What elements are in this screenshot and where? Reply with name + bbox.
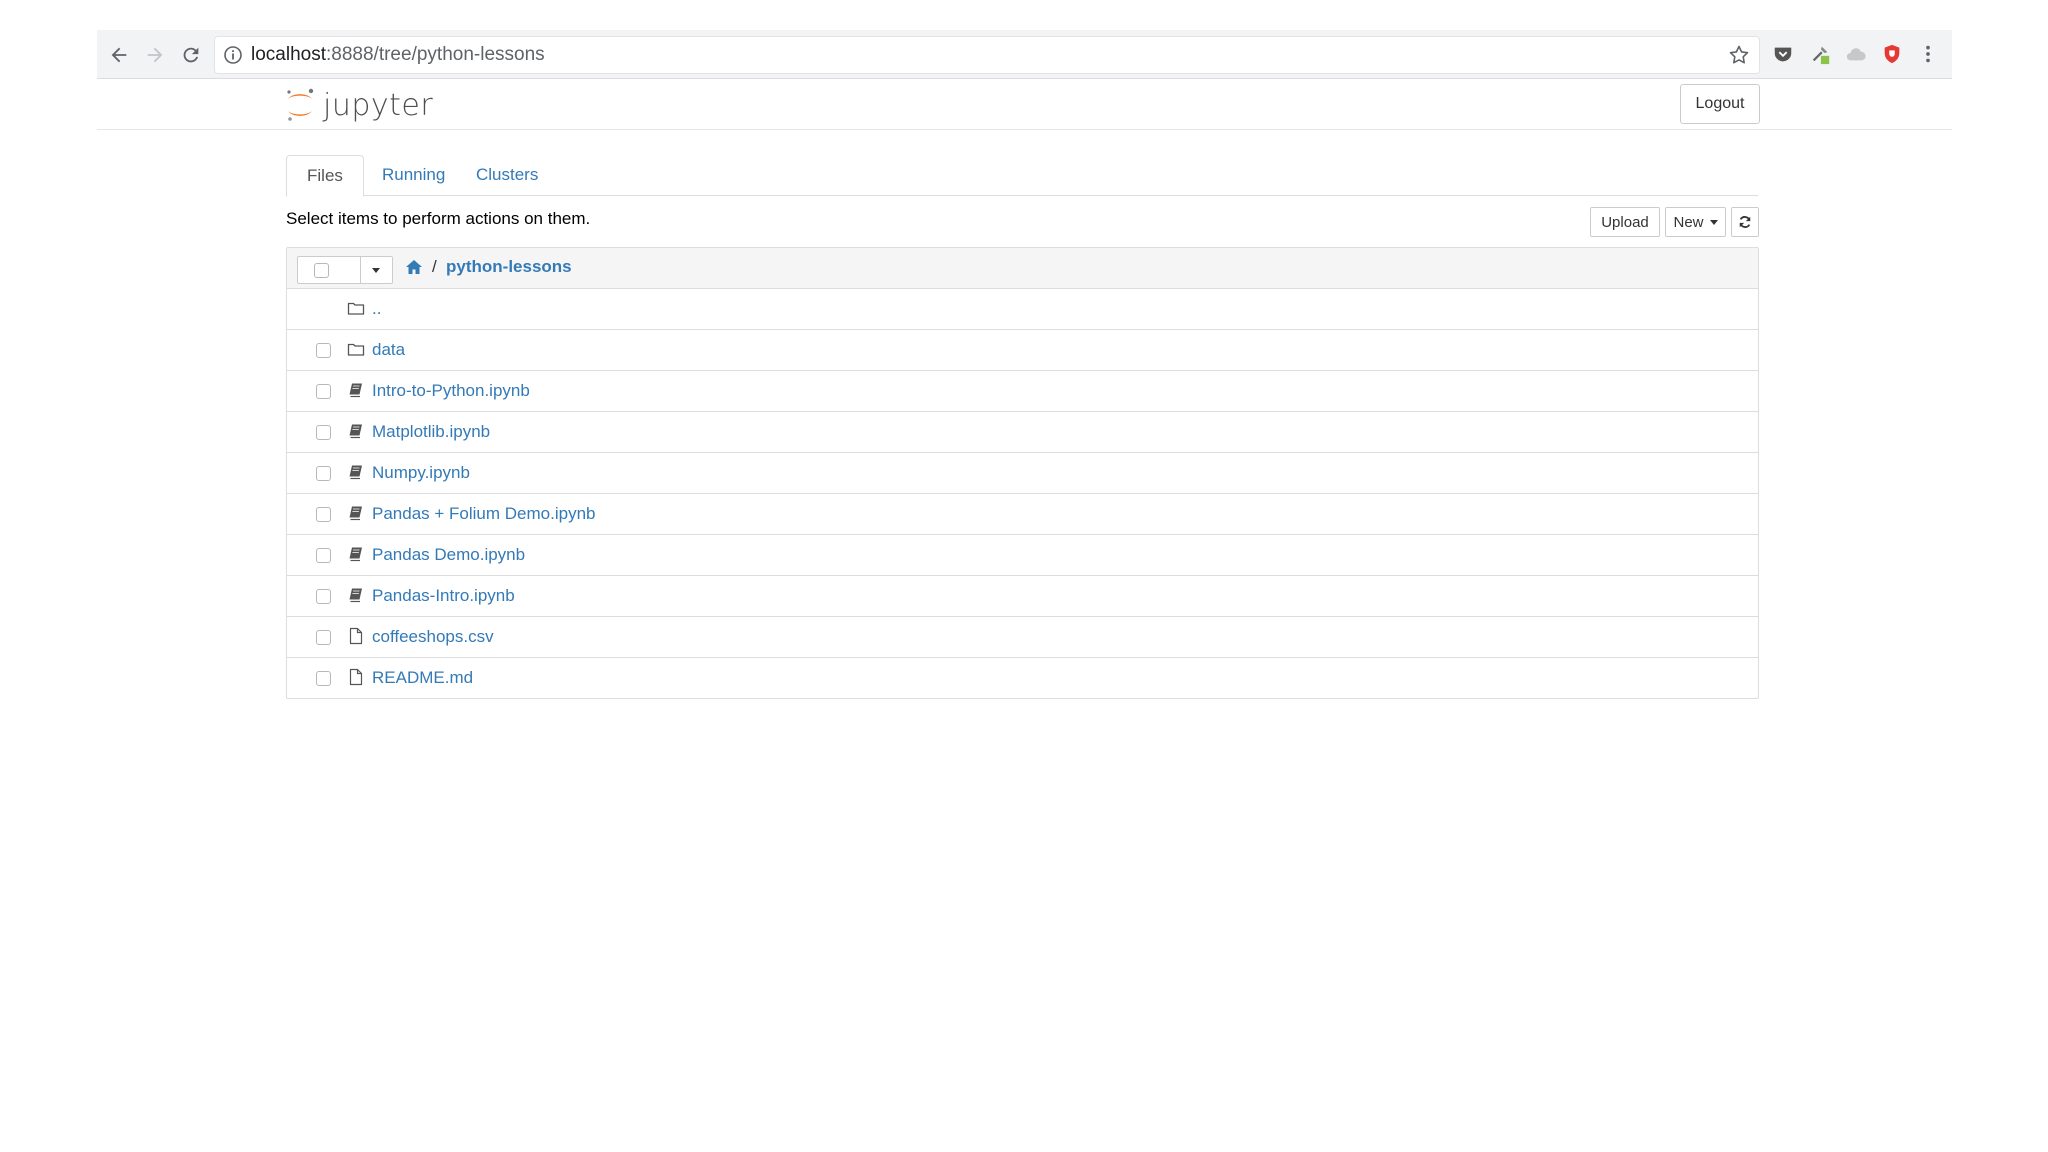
jupyter-logo-text: jupyter: [323, 87, 434, 123]
browser-menu-icon[interactable]: [1916, 42, 1940, 66]
file-list: / python-lessons .. data Intro-to-Python.i…: [286, 247, 1759, 699]
chevron-down-icon: [1709, 219, 1718, 225]
jupyter-page: jupyter Logout Files Running Clusters Se…: [97, 79, 1952, 1152]
folder-icon: [347, 302, 365, 315]
logout-button[interactable]: Logout: [1680, 84, 1760, 124]
notebook-icon: [349, 506, 362, 521]
file-list-header: / python-lessons: [287, 248, 1758, 289]
notebook-icon: [349, 383, 362, 398]
url-text[interactable]: localhost:8888/tree/python-lessons: [251, 44, 545, 66]
file-name-link[interactable]: Pandas-Intro.ipynb: [372, 586, 515, 606]
chevron-down-icon[interactable]: [372, 268, 380, 273]
file-row[interactable]: coffeeshops.csv: [287, 616, 1758, 657]
reload-button[interactable]: [175, 39, 207, 71]
file-name-link[interactable]: Intro-to-Python.ipynb: [372, 381, 530, 401]
browser-toolbar: localhost:8888/tree/python-lessons: [97, 30, 1952, 79]
cloud-extension-icon[interactable]: [1844, 42, 1868, 66]
back-button[interactable]: [103, 39, 135, 71]
home-icon[interactable]: [405, 259, 423, 275]
file-name-link[interactable]: ..: [372, 299, 381, 319]
file-row[interactable]: Matplotlib.ipynb: [287, 411, 1758, 452]
file-name-link[interactable]: Numpy.ipynb: [372, 463, 470, 483]
reload-icon: [183, 47, 199, 63]
row-checkbox[interactable]: [316, 425, 331, 440]
jupyter-header: jupyter Logout: [97, 79, 1952, 130]
jupyter-logo[interactable]: jupyter: [285, 87, 433, 123]
file-rows: .. data Intro-to-Python.ipynb Matplotlib.ip…: [287, 289, 1758, 698]
notebook-icon: [349, 588, 362, 603]
row-checkbox[interactable]: [316, 548, 331, 563]
pocket-extension-icon[interactable]: [1771, 42, 1795, 66]
select-all-checkbox[interactable]: [314, 263, 329, 278]
file-name-link[interactable]: coffeeshops.csv: [372, 627, 494, 647]
refresh-button[interactable]: [1731, 207, 1759, 237]
url-path: :8888/tree/python-lessons: [326, 44, 545, 65]
selection-hint: Select items to perform actions on them.: [286, 209, 591, 228]
select-divider: [360, 257, 361, 283]
file-icon: [349, 627, 363, 645]
tools-extension-icon[interactable]: [1808, 42, 1832, 66]
tab-clusters[interactable]: Clusters: [456, 155, 558, 195]
folder-icon: [347, 343, 365, 356]
tab-running[interactable]: Running: [362, 155, 465, 195]
file-row[interactable]: Pandas Demo.ipynb: [287, 534, 1758, 575]
arrow-right-icon: [147, 47, 163, 63]
forward-button[interactable]: [139, 39, 171, 71]
file-icon: [349, 668, 363, 686]
notebook-icon: [349, 547, 362, 562]
select-all-dropdown[interactable]: [297, 256, 393, 284]
notebook-icon: [349, 465, 362, 480]
upload-button[interactable]: Upload: [1590, 207, 1660, 237]
info-icon[interactable]: [223, 45, 243, 65]
file-name-link[interactable]: README.md: [372, 668, 473, 688]
file-row[interactable]: README.md: [287, 657, 1758, 698]
notebook-icon: [349, 424, 362, 439]
file-row[interactable]: ..: [287, 289, 1758, 329]
file-name-link[interactable]: Pandas + Folium Demo.ipynb: [372, 504, 595, 524]
new-button-label: New: [1673, 213, 1704, 231]
jupyter-logo-icon: [287, 88, 314, 121]
refresh-icon: [1739, 216, 1751, 228]
bookmark-star-icon[interactable]: [1727, 43, 1751, 67]
file-row[interactable]: Intro-to-Python.ipynb: [287, 370, 1758, 411]
row-checkbox[interactable]: [316, 343, 331, 358]
shield-extension-icon[interactable]: [1880, 42, 1904, 66]
row-checkbox[interactable]: [316, 466, 331, 481]
file-name-link[interactable]: Matplotlib.ipynb: [372, 422, 490, 442]
file-name-link[interactable]: Pandas Demo.ipynb: [372, 545, 525, 565]
address-bar[interactable]: localhost:8888/tree/python-lessons: [214, 36, 1760, 74]
file-row[interactable]: data: [287, 329, 1758, 370]
breadcrumb-current[interactable]: python-lessons: [446, 257, 572, 277]
tab-bar: Files Running Clusters: [286, 155, 1758, 197]
url-host: localhost: [251, 44, 326, 65]
row-checkbox[interactable]: [316, 384, 331, 399]
tab-files[interactable]: Files: [286, 155, 364, 197]
file-row[interactable]: Pandas + Folium Demo.ipynb: [287, 493, 1758, 534]
row-checkbox[interactable]: [316, 671, 331, 686]
arrow-left-icon: [111, 47, 127, 63]
breadcrumb-separator: /: [432, 257, 437, 276]
row-checkbox[interactable]: [316, 630, 331, 645]
row-checkbox[interactable]: [316, 507, 331, 522]
file-row[interactable]: Numpy.ipynb: [287, 452, 1758, 493]
new-dropdown-button[interactable]: New: [1665, 207, 1726, 237]
row-checkbox[interactable]: [316, 589, 331, 604]
file-name-link[interactable]: data: [372, 340, 405, 360]
file-row[interactable]: Pandas-Intro.ipynb: [287, 575, 1758, 616]
